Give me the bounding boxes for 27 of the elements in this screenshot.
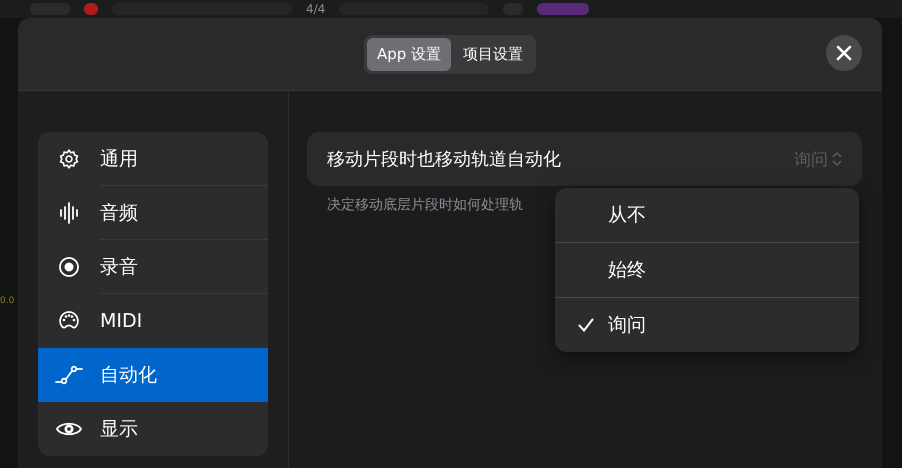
sidebar-item[interactable]: 录音: [38, 240, 268, 294]
option-label: 从不: [608, 203, 646, 228]
setting-label: 移动片段时也移动轨道自动化: [327, 148, 561, 171]
menu-option[interactable]: 始终: [555, 243, 859, 298]
option-label: 询问: [608, 313, 646, 338]
sidebar-item[interactable]: 通用: [38, 132, 268, 186]
sidebar-item[interactable]: 音频: [38, 186, 268, 240]
automation-curve-icon: [55, 365, 83, 385]
menu-option[interactable]: 从不: [555, 188, 859, 243]
close-icon: [836, 45, 852, 61]
option-label: 始终: [608, 258, 646, 283]
settings-tab[interactable]: App 设置: [366, 38, 452, 70]
chevrons-icon: [832, 151, 842, 167]
settings-icon: [58, 148, 80, 170]
sidebar-item[interactable]: 显示: [38, 402, 268, 456]
track-reading: 0.0: [0, 296, 16, 306]
setting-description: 决定移动底层片段时如何处理轨: [327, 196, 524, 214]
waveform-icon: [59, 202, 79, 224]
record-icon: [58, 256, 80, 278]
close-button[interactable]: [826, 35, 862, 71]
time-signature: 4/4: [306, 3, 326, 15]
toolbar-control[interactable]: [537, 3, 590, 15]
settings-tab[interactable]: 项目设置: [453, 38, 534, 70]
menu-option[interactable]: 询问: [555, 298, 859, 352]
sidebar-item[interactable]: MIDI: [38, 294, 268, 348]
record-button[interactable]: [84, 3, 98, 15]
sidebar-item[interactable]: 自动化: [38, 348, 268, 402]
